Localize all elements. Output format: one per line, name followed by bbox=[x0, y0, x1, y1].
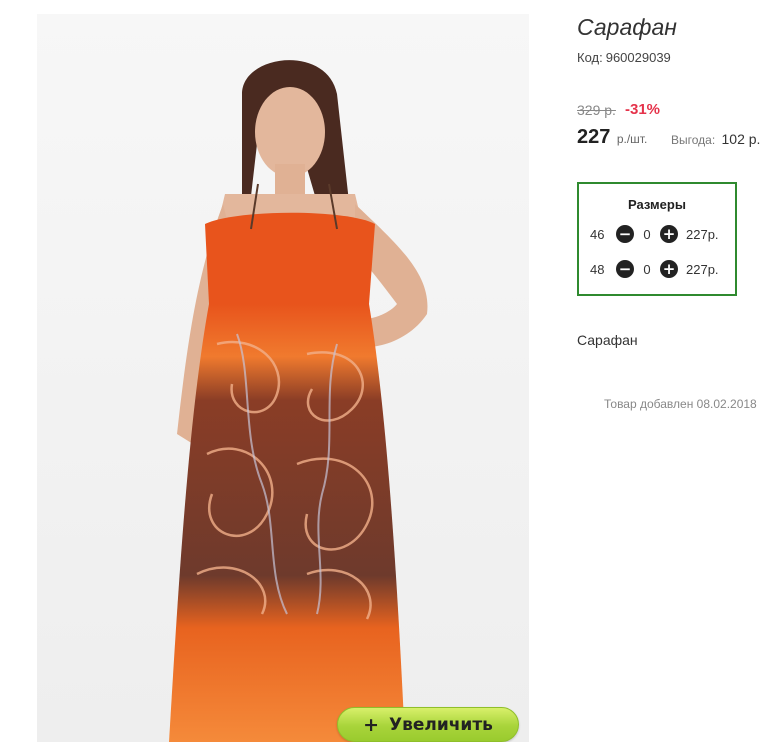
current-price: 227 bbox=[577, 126, 611, 148]
size-row: 48 − 0 + 227р. bbox=[590, 259, 719, 279]
savings: Выгода: 102 р. bbox=[671, 131, 760, 147]
plus-icon[interactable]: + bbox=[660, 225, 678, 243]
product-title: Сарафан bbox=[577, 14, 677, 40]
product-code-value: 960029039 bbox=[605, 50, 671, 65]
quantity-value: 0 bbox=[643, 226, 651, 242]
product-code: Код: 960029039 bbox=[577, 50, 671, 65]
savings-label: Выгода: bbox=[671, 133, 716, 147]
product-photo[interactable] bbox=[37, 14, 529, 742]
added-date: Товар добавлен 08.02.2018 bbox=[604, 397, 757, 411]
size-row: 46 − 0 + 227р. bbox=[590, 224, 719, 244]
zoom-button-label: Увеличить bbox=[388, 714, 493, 735]
sizes-title: Размеры bbox=[628, 197, 686, 212]
price-row: 227 р./шт. bbox=[577, 126, 647, 149]
savings-value: 102 р. bbox=[721, 131, 761, 147]
size-value: 46 bbox=[590, 226, 605, 242]
sizes-selector: Размеры 46 − 0 + 227р. 48 − 0 + 227р. bbox=[577, 182, 737, 296]
price-unit: р./шт. bbox=[616, 132, 648, 146]
discount-badge: -31% bbox=[625, 101, 661, 118]
old-price: 329 р. bbox=[577, 102, 616, 118]
size-value: 48 bbox=[590, 261, 605, 277]
dress-model-image bbox=[37, 14, 529, 742]
minus-icon[interactable]: − bbox=[616, 260, 634, 278]
quantity-value: 0 bbox=[643, 261, 651, 277]
product-code-label: Код: bbox=[577, 50, 603, 65]
size-price: 227р. bbox=[686, 226, 719, 242]
size-price: 227р. bbox=[686, 261, 719, 277]
product-description: Сарафан bbox=[577, 332, 638, 348]
plus-icon[interactable]: + bbox=[660, 260, 678, 278]
zoom-button[interactable]: + Увеличить bbox=[337, 707, 519, 742]
plus-icon: + bbox=[363, 713, 379, 736]
minus-icon[interactable]: − bbox=[616, 225, 634, 243]
